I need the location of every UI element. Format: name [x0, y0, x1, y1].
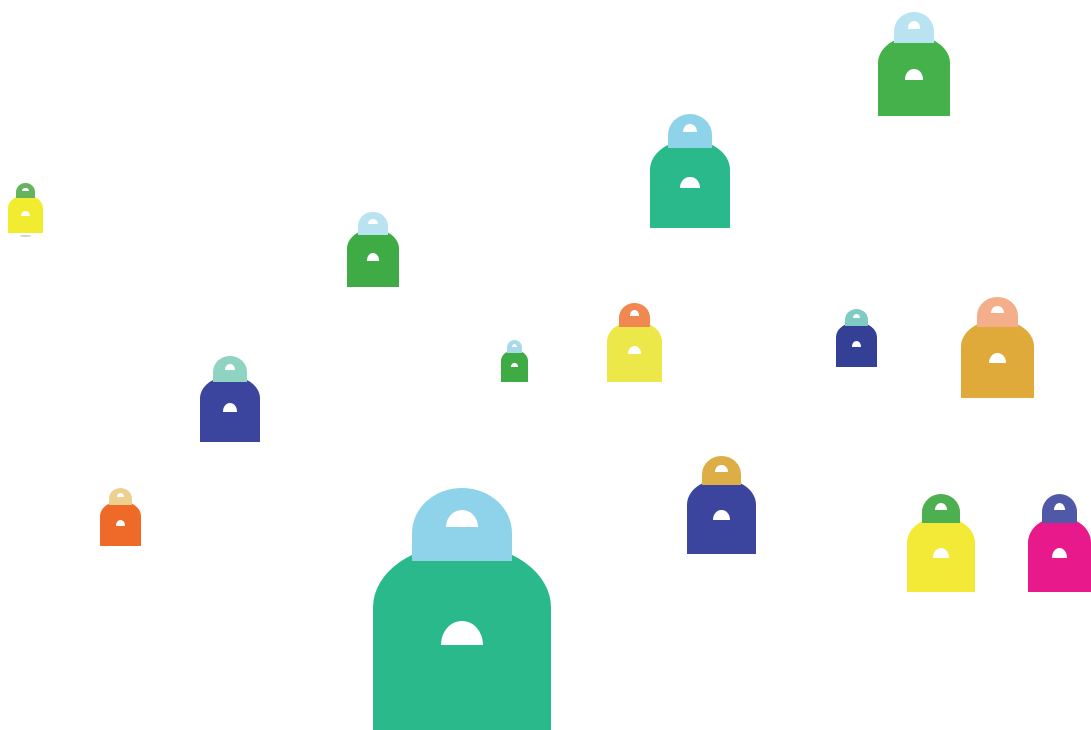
lock-bag-icon	[501, 340, 528, 382]
handle-hole	[512, 343, 517, 347]
body-hole	[222, 403, 238, 412]
handle-hole	[629, 310, 640, 316]
lock-bag-icon	[961, 297, 1034, 398]
lock-bag-icon	[878, 12, 950, 116]
handle-hole	[682, 124, 698, 133]
handle-hole	[907, 21, 921, 29]
body-hole	[905, 69, 923, 80]
lock-bag-icon	[907, 494, 975, 592]
lock-bag-icon	[607, 303, 662, 382]
lock-bag-icon	[373, 488, 551, 730]
lock-bag-icon	[200, 356, 260, 442]
body-hole	[366, 253, 380, 261]
lock-bag-icon	[8, 183, 43, 237]
lock-bag-scene	[0, 0, 1091, 730]
handle-hole	[116, 493, 125, 498]
lock-bag-icon	[1028, 494, 1091, 592]
lock-bag-icon	[347, 212, 399, 287]
shadow-dot	[20, 235, 31, 237]
body-hole	[21, 210, 30, 216]
body-hole	[627, 346, 642, 355]
lock-bag-icon	[100, 488, 141, 546]
lock-bag-icon	[650, 114, 730, 228]
lock-bag-icon	[836, 309, 877, 367]
handle-hole	[368, 218, 378, 224]
handle-hole	[22, 187, 29, 191]
lock-bag-icon	[687, 456, 756, 554]
handle-hole	[715, 464, 728, 472]
body-hole	[511, 363, 518, 368]
handle-hole	[990, 306, 1005, 314]
handle-hole	[852, 314, 861, 319]
